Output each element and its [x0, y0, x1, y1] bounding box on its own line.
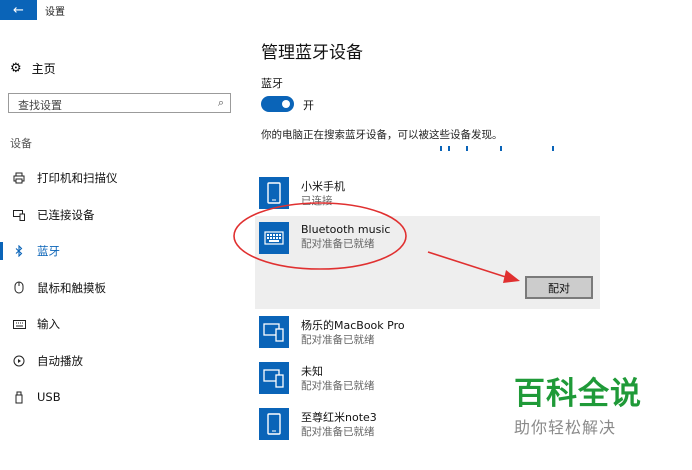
phone-icon [259, 408, 289, 440]
device-status: 配对准备已就绪 [301, 379, 375, 392]
title-bar: ← 设置 [0, 0, 692, 20]
watermark: 百科全说 助你轻松解决 [514, 376, 642, 438]
arrow-left-icon: ← [13, 2, 24, 18]
sidebar-item-usb[interactable]: USB [0, 379, 245, 416]
device-item[interactable]: 杨乐的MacBook Pro 配对准备已就绪 [255, 309, 600, 355]
page-title: 管理蓝牙设备 [261, 43, 363, 63]
computer-phone-icon [259, 362, 289, 394]
group-label: 设备 [10, 137, 32, 150]
pair-button[interactable]: 配对 [525, 276, 593, 299]
nav-home[interactable]: ⚙ 主页 [10, 60, 56, 77]
sidebar-item-connected-devices[interactable]: 已连接设备 [0, 197, 245, 234]
device-status: 已连接 [301, 194, 333, 207]
computer-phone-icon [259, 316, 289, 348]
search-box[interactable]: ⌕ [8, 93, 231, 115]
sidebar-item-bluetooth[interactable]: 蓝牙 [0, 233, 245, 270]
search-icon[interactable]: ⌕ [218, 96, 224, 110]
back-button[interactable]: ← [0, 0, 37, 20]
device-status: 配对准备已就绪 [301, 238, 375, 250]
sidebar-item-label: USB [37, 390, 61, 405]
device-status: 配对准备已就绪 [301, 333, 375, 346]
bluetooth-icon [12, 245, 26, 258]
mouse-icon [12, 281, 26, 294]
device-item[interactable]: 小米手机 已连接 [255, 170, 600, 216]
sidebar-item-input[interactable]: 输入 [0, 306, 245, 343]
device-status: 配对准备已就绪 [301, 425, 375, 438]
device-name: 至尊红米note3 [301, 410, 377, 424]
sidebar-item-label: 自动播放 [37, 353, 83, 368]
sidebar-item-label: 已连接设备 [37, 207, 95, 222]
sidebar-item-label: 打印机和扫描仪 [37, 171, 118, 186]
sidebar-item-label: 蓝牙 [37, 244, 60, 259]
nav-home-label: 主页 [31, 62, 56, 76]
sidebar-item-autoplay[interactable]: 自动播放 [0, 343, 245, 380]
printer-icon [12, 172, 26, 184]
sidebar: ⚙ 主页 ⌕ 设备 打印机和扫描仪 已连接设备 蓝牙 [0, 20, 245, 470]
keyboard-icon [259, 222, 289, 254]
usb-icon [12, 391, 26, 404]
gear-icon: ⚙ [10, 61, 22, 76]
device-name: Bluetooth music [301, 223, 391, 236]
watermark-title: 百科全说 [514, 376, 642, 412]
bluetooth-toggle[interactable] [261, 96, 294, 112]
sidebar-item-mouse[interactable]: 鼠标和触摸板 [0, 270, 245, 307]
bluetooth-label: 蓝牙 [261, 77, 283, 90]
toggle-state-label: 开 [303, 99, 314, 112]
window-title: 设置 [45, 7, 65, 18]
sidebar-item-printers[interactable]: 打印机和扫描仪 [0, 160, 245, 197]
device-name: 杨乐的MacBook Pro [301, 318, 405, 332]
device-item-selected[interactable]: Bluetooth music 配对准备已就绪 配对 [255, 216, 600, 309]
search-input[interactable] [9, 96, 208, 115]
sidebar-item-label: 输入 [37, 317, 60, 332]
watermark-subtitle: 助你轻松解决 [514, 418, 617, 437]
device-name: 小米手机 [301, 179, 345, 193]
scanning-indicator [440, 146, 560, 152]
nav-list: 打印机和扫描仪 已连接设备 蓝牙 鼠标和触摸板 输入 自动播放 USB [0, 160, 245, 416]
keyboard-icon [12, 319, 26, 329]
phone-icon [259, 177, 289, 209]
autoplay-icon [12, 355, 26, 367]
discoverable-text: 你的电脑正在搜索蓝牙设备，可以被这些设备发现。 [261, 129, 503, 141]
device-name: 未知 [301, 364, 323, 378]
sidebar-item-label: 鼠标和触摸板 [37, 280, 106, 295]
connected-devices-icon [12, 209, 26, 221]
